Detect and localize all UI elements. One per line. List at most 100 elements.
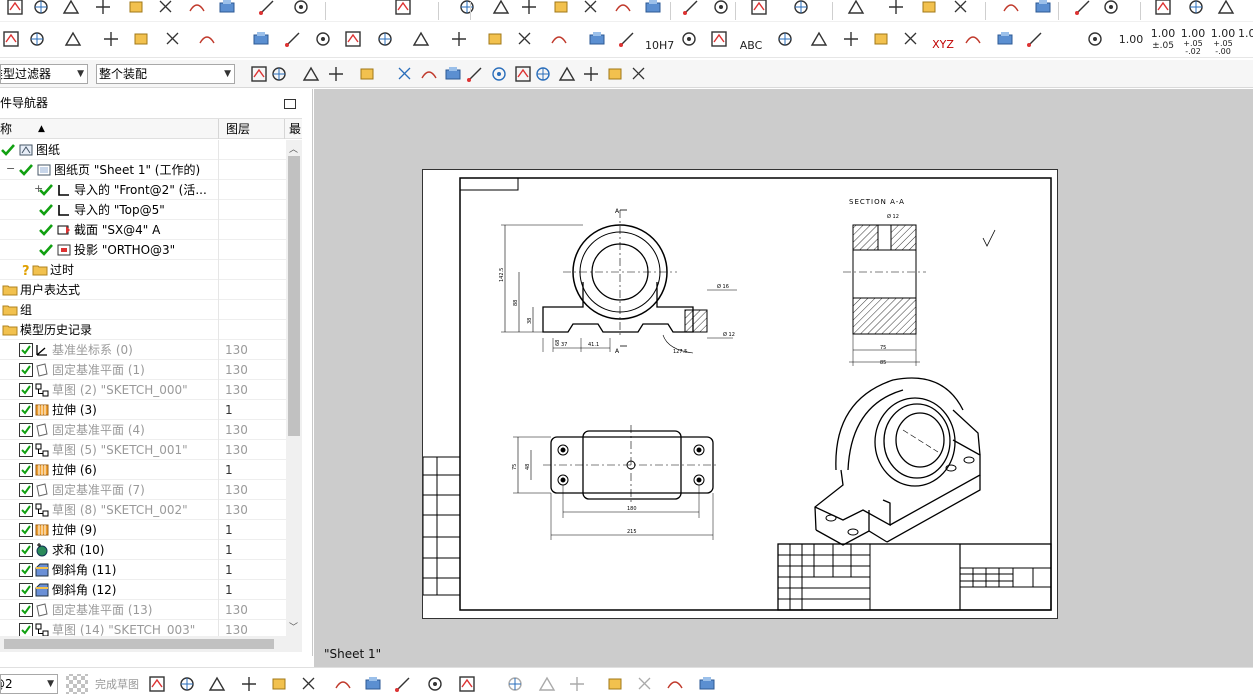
tree-row[interactable]: 草图 (8) "SKETCH_002" 130 [0,500,302,520]
projection-icon[interactable] [374,28,396,50]
view-icon[interactable] [282,28,304,50]
feature-icon[interactable] [155,0,177,18]
arc-icon[interactable] [206,673,228,695]
derived-icon[interactable] [696,673,718,695]
project-icon[interactable] [634,673,656,695]
maximize-icon[interactable] [284,99,296,109]
tree-row[interactable]: 用户表达式 [0,280,302,300]
check-icon[interactable] [38,222,54,238]
centerline-icon[interactable] [616,28,638,50]
target-icon[interactable] [710,0,732,18]
curve-icon[interactable] [464,63,486,85]
type-filter-select[interactable]: 类型过滤器 ▼ [0,64,88,84]
template-icon[interactable] [514,28,536,50]
checkbox-icon[interactable] [18,562,34,578]
checkbox-icon[interactable] [18,602,34,618]
navigator-horizontal-scrollbar[interactable] [0,636,302,652]
tree-row[interactable]: 草图 (2) "SKETCH_000" 130 [0,380,302,400]
navigator-vertical-scrollbar[interactable]: ︿ ﹀ [286,140,302,636]
check-icon[interactable] [38,202,54,218]
tree-row[interactable]: 拉伸 (9) 1 [0,520,302,540]
edit-icon[interactable] [125,0,147,18]
tree-row[interactable]: 拉伸 (3) 1 [0,400,302,420]
intersect-icon[interactable] [512,63,534,85]
tree-row[interactable]: 固定基准平面 (13) 130 [0,600,302,620]
checkbox-icon[interactable] [18,382,34,398]
zoom-icon[interactable] [550,0,572,18]
triangle-icon[interactable] [808,28,830,50]
snap-off-icon[interactable] [248,63,270,85]
grid-icon[interactable] [774,28,796,50]
section-view-icon[interactable] [548,28,570,50]
tree-row[interactable]: 投影 "ORTHO@3" [0,240,302,260]
sketch-name-select[interactable]: @2 ▼ [0,674,58,694]
hatch-icon[interactable] [840,28,862,50]
section-icon[interactable] [312,28,334,50]
pattern-icon[interactable] [664,673,686,695]
detail-icon[interactable] [342,28,364,50]
note-icon[interactable] [994,28,1016,50]
tree-row[interactable]: 倒斜角 (11) 1 [0,560,302,580]
tol-5-label[interactable]: 1.00 [1238,28,1253,40]
note-icon[interactable] [256,0,278,18]
tree-row[interactable]: 固定基准平面 (7) 130 [0,480,302,500]
checkbox-icon[interactable] [18,582,34,598]
corner-icon[interactable] [566,673,588,695]
checkbox-icon[interactable] [18,342,34,358]
cube-icon[interactable] [1032,0,1054,18]
paint-icon[interactable] [885,0,907,18]
import-icon[interactable] [410,28,432,50]
surface-finish-icon[interactable] [900,28,922,50]
ordinate-icon[interactable] [1084,28,1106,50]
fit-tolerance-label[interactable]: 10H7 [645,40,674,52]
column-last-header[interactable]: 最 [289,119,301,139]
circle-icon[interactable] [238,673,260,695]
drawing-sheet[interactable]: SECTION A-A A A Ø 16 Ø 12 37 41.1 127.5 … [422,169,1058,619]
point-icon[interactable] [424,673,446,695]
checkbox-icon[interactable] [18,362,34,378]
midpoint-icon[interactable] [442,63,464,85]
mirror-icon[interactable] [604,673,626,695]
table-icon[interactable] [196,28,218,50]
datum-icon[interactable] [490,0,512,18]
orient-view-icon[interactable] [1215,0,1237,18]
studio-spline-icon[interactable] [392,673,414,695]
endpoint-icon[interactable] [394,63,416,85]
checkbox-icon[interactable] [18,522,34,538]
pen-icon[interactable] [1185,0,1207,18]
checkbox-icon[interactable] [18,422,34,438]
tools-icon[interactable] [92,0,114,18]
check-icon[interactable] [18,162,34,178]
tol-2-label[interactable]: 1.00 [1150,28,1176,40]
hole-icon[interactable] [586,28,608,50]
constraint-icon[interactable] [300,63,322,85]
calc-icon[interactable] [1152,0,1174,18]
scroll-down-icon[interactable]: ﹀ [289,620,298,633]
xyz-label[interactable]: XYZ [930,39,956,51]
finish-sketch-label[interactable]: 完成草图 [95,676,139,692]
tree-row[interactable]: 导入的 "Top@5" [0,200,302,220]
border-icon[interactable] [484,28,506,50]
tree-row[interactable]: 截面 "SX@4" A [0,220,302,240]
measure-icon[interactable] [612,0,634,18]
tree-row[interactable]: 模型历史记录 [0,320,302,340]
select-box-icon[interactable] [356,63,378,85]
checkbox-icon[interactable] [18,442,34,458]
tol-1-label[interactable]: 1.00 [1118,34,1144,46]
assembly-scope-select[interactable]: 整个装配 ▼ [96,64,235,84]
wand-icon[interactable] [1000,0,1022,18]
symbol-icon[interactable] [678,28,700,50]
offset-icon[interactable] [456,673,478,695]
abc-label[interactable]: ABC [737,40,765,52]
orient-view-icon[interactable] [4,0,26,18]
control-point-icon[interactable] [488,63,510,85]
image-icon[interactable] [748,0,770,18]
align-icon[interactable] [325,63,347,85]
checkbox-icon[interactable] [18,622,34,636]
feature-icon[interactable] [100,28,122,50]
attach-icon[interactable] [62,28,84,50]
part-icon[interactable] [30,0,52,18]
datum2-icon[interactable] [518,0,540,18]
hammer-icon[interactable] [130,28,152,50]
tree-row[interactable]: + 导入的 "Front@2" (活... [0,180,302,200]
